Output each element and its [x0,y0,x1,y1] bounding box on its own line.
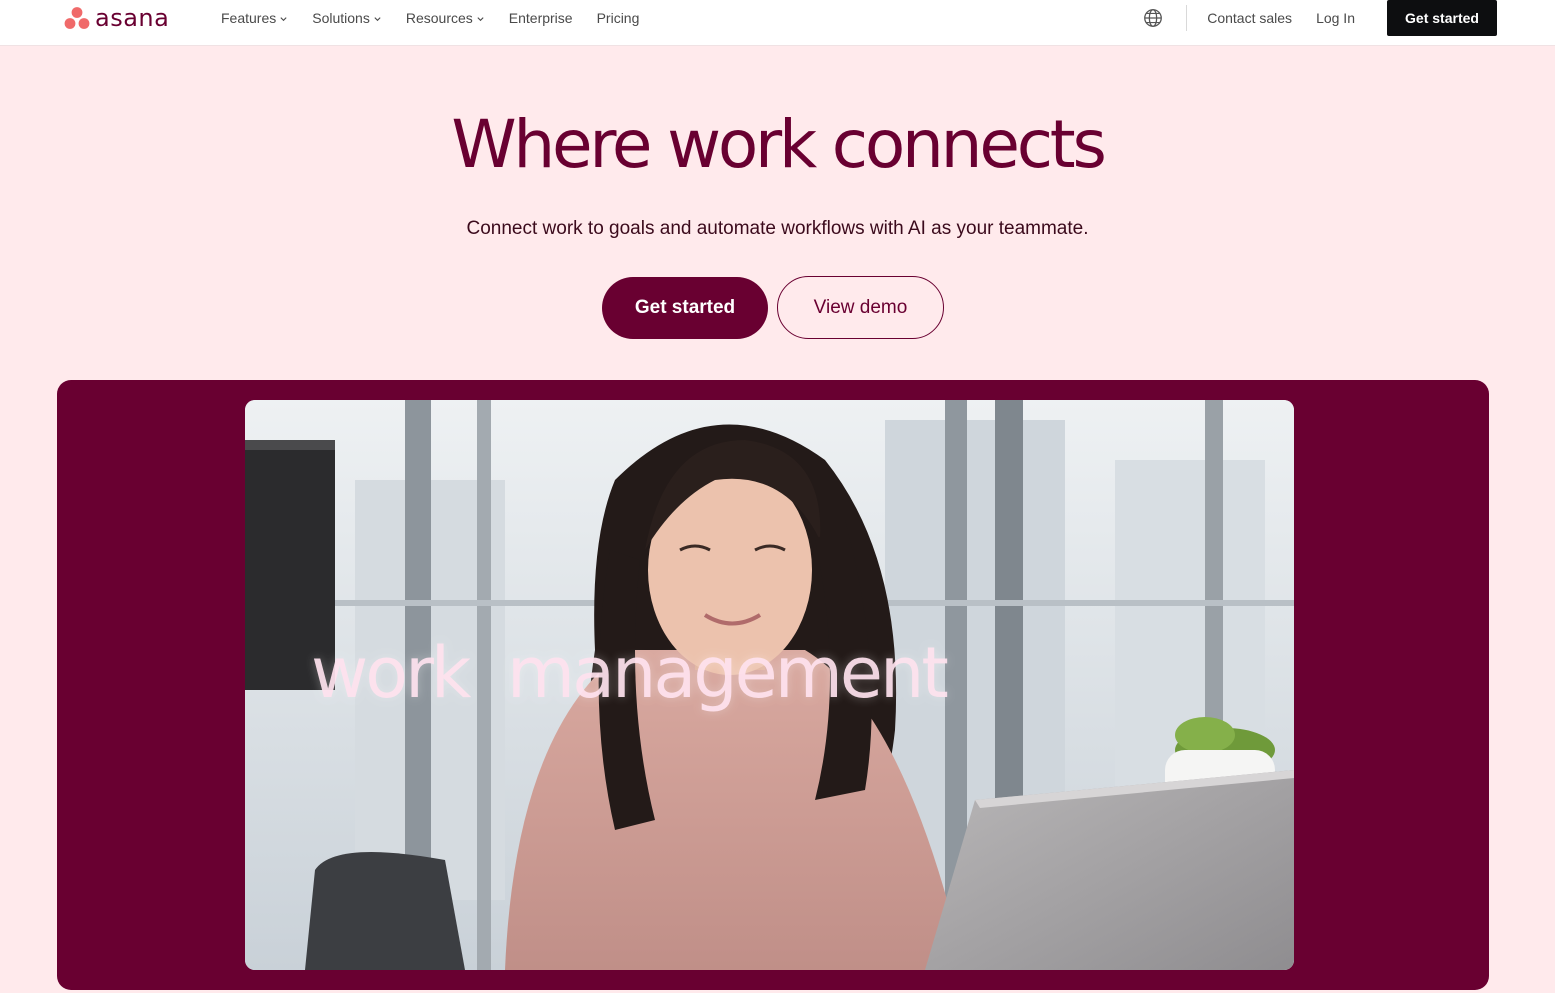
nav-pricing[interactable]: Pricing [597,10,640,26]
nav-enterprise-label: Enterprise [508,10,573,26]
contact-sales-link[interactable]: Contact sales [1207,10,1292,26]
chevron-down-icon [374,16,381,21]
top-navbar: asana Features Solutions Resources Enter… [0,0,1555,46]
hero-video-panel: work management [57,380,1489,990]
asana-logo[interactable]: asana [64,5,169,31]
nav-solutions[interactable]: Solutions [312,10,382,26]
nav-actions: Contact sales Log In Get started [1142,0,1497,36]
nav-get-started-button[interactable]: Get started [1387,0,1497,36]
asana-wordmark: asana [95,4,170,32]
primary-nav: Features Solutions Resources Enterprise … [221,0,663,36]
video-overlay-text: work management [311,632,949,714]
login-link[interactable]: Log In [1316,10,1355,26]
hero-subtitle: Connect work to goals and automate workf… [466,218,1089,239]
chevron-down-icon [477,16,484,21]
nav-divider [1186,5,1188,31]
asana-logo-icon [64,7,90,29]
hero-video[interactable]: work management [245,400,1294,970]
hero-cta-group: Get started View demo [602,276,944,339]
globe-icon[interactable] [1142,7,1164,29]
chevron-down-icon [280,16,287,21]
nav-enterprise[interactable]: Enterprise [509,10,573,26]
nav-resources-label: Resources [405,10,473,26]
view-demo-button[interactable]: View demo [777,276,944,339]
nav-features-label: Features [221,10,277,26]
hero-get-started-button[interactable]: Get started [602,277,768,339]
nav-solutions-label: Solutions [312,10,370,26]
nav-features[interactable]: Features [221,10,288,26]
nav-resources[interactable]: Resources [406,10,485,26]
nav-pricing-label: Pricing [596,10,640,26]
hero-title: Where work connects [451,106,1107,183]
